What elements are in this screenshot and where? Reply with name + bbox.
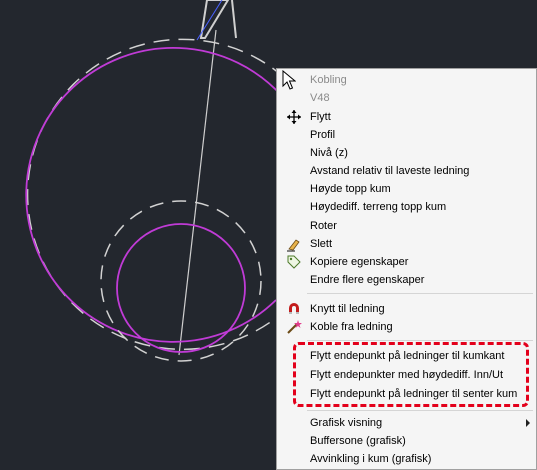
cursor-icon [282,70,296,90]
menu-separator [307,410,533,411]
menu-item-label: Grafisk visning [310,417,383,429]
menu-item-flytt[interactable]: Flytt [277,108,536,126]
menu-item-hoydediff-terreng[interactable]: Høydediff. terreng topp kum [277,198,536,216]
menu-item-label: Høyde topp kum [310,183,391,195]
menu-item-label: Kopiere egenskaper [310,256,409,268]
menu-item-slett[interactable]: Slett [277,235,536,253]
menu-item-grafisk-visning[interactable]: Grafisk visning [277,414,536,432]
menu-item-label: Roter [310,220,337,232]
submenu-arrow-icon [526,419,530,427]
menu-item-label: Avstand relativ til laveste ledning [310,165,470,177]
menu-item-label: Profil [310,129,336,141]
move-arrows-icon [287,110,301,124]
menu-item-kopiere-egenskaper[interactable]: Kopiere egenskaper [277,253,536,271]
menu-item-endre-flere[interactable]: Endre flere egenskaper [277,271,536,289]
menu-item-label: V48 [310,92,330,104]
tag-icon [287,255,301,269]
menu-item-label: Flytt [310,111,331,123]
menu-item-roter[interactable]: Roter [277,217,536,235]
wand-icon [287,320,302,334]
menu-item-label: Kobling [310,74,347,86]
menu-separator [307,340,533,341]
menu-item-v48: V48 [277,89,536,107]
menu-item-niva[interactable]: Nivå (z) [277,144,536,162]
menu-item-label: Nivå (z) [310,147,348,159]
menu-item-label: Høydediff. terreng topp kum [310,201,447,213]
menu-separator [307,293,533,294]
magnet-icon [289,303,299,314]
menu-item-kobling: Kobling [277,71,536,89]
menu-item-label: Knytt til ledning [310,303,385,315]
menu-item-avvinkling-i-kum[interactable]: Avvinkling i kum (grafisk) [277,450,536,468]
menu-item-label: Slett [310,238,333,250]
eraser-icon [287,239,300,252]
context-menu[interactable]: Kobling V48 Flytt Profil Nivå (z) Avstan… [276,68,537,470]
menu-item-knytt-til-ledning[interactable]: Knytt til ledning [277,300,536,318]
menu-item-label: Buffersone (grafisk) [310,435,406,447]
menu-item-hoyde-topp-kum[interactable]: Høyde topp kum [277,180,536,198]
menu-item-buffersone[interactable]: Buffersone (grafisk) [277,432,536,450]
menu-item-label: Endre flere egenskaper [310,274,425,286]
menu-item-profil[interactable]: Profil [277,126,536,144]
menu-item-koble-fra-ledning[interactable]: Koble fra ledning [277,318,536,336]
menu-item-label: Koble fra ledning [310,321,393,333]
highlight-annotation-box [293,342,529,407]
menu-item-label: Avvinkling i kum (grafisk) [310,453,432,465]
menu-item-avstand-relativ[interactable]: Avstand relativ til laveste ledning [277,162,536,180]
